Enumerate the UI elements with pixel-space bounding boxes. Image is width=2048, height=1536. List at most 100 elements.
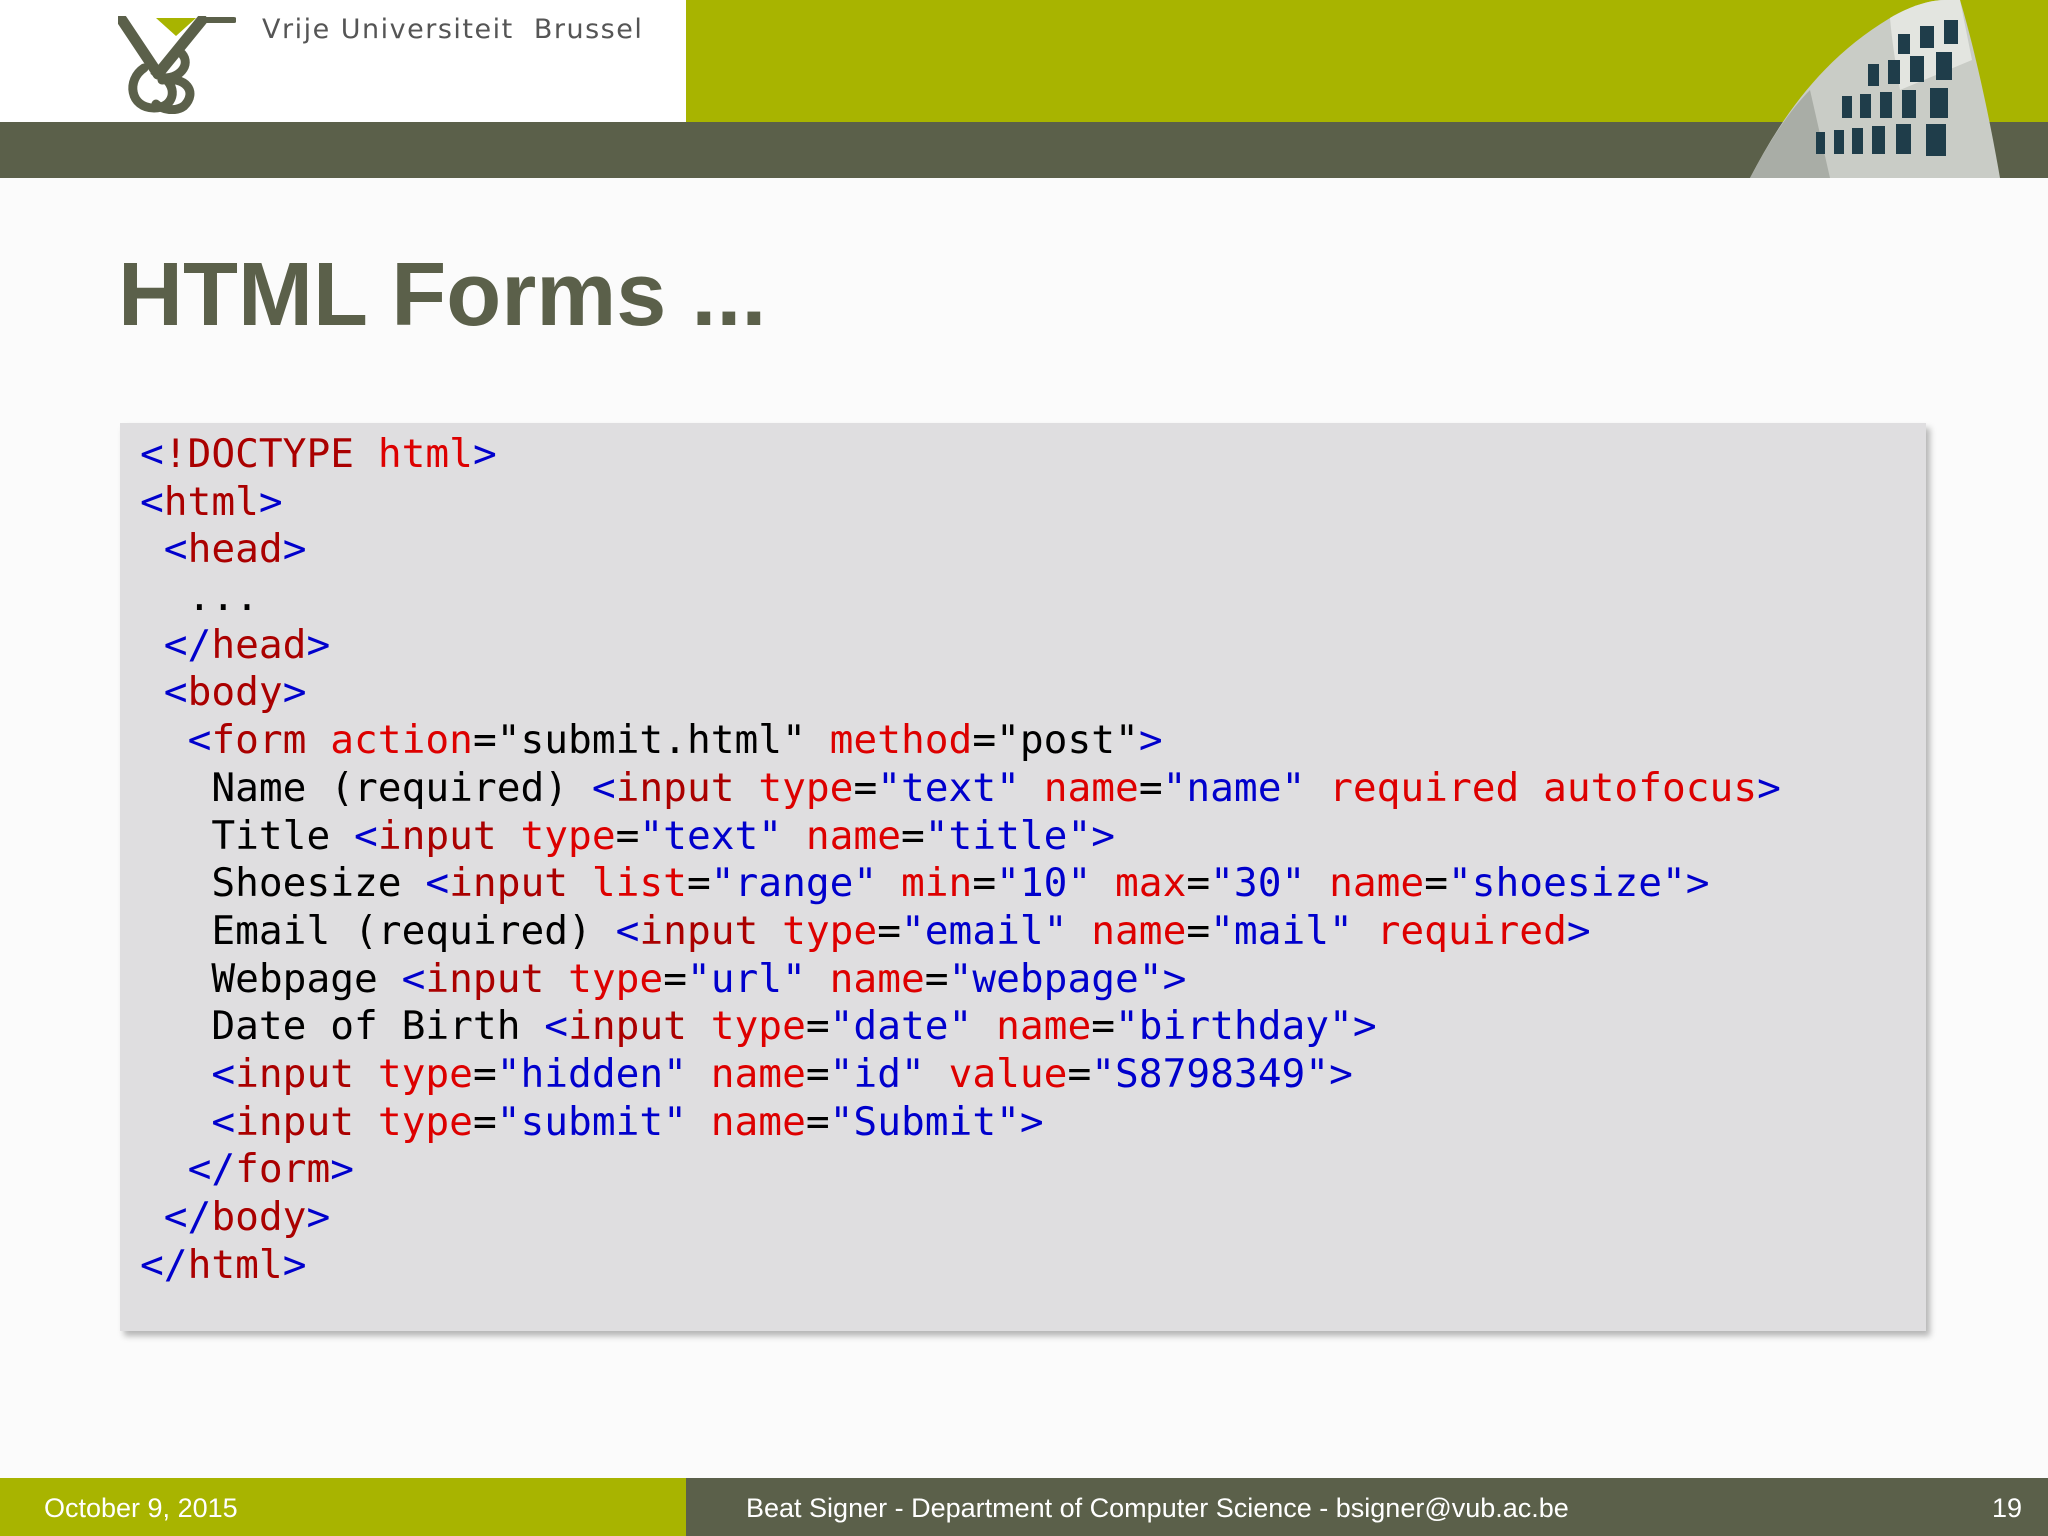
code-token-punct: <: [615, 907, 640, 954]
code-token-val: "shoesize": [1447, 860, 1686, 907]
code-token-punct: <: [401, 955, 426, 1002]
code-line: </form>: [140, 1146, 1781, 1194]
code-token-punct: >: [1566, 907, 1591, 954]
code-token-punct: </: [140, 1241, 188, 1288]
code-token-tag: input: [615, 764, 735, 811]
code-token-tag: html: [187, 1241, 283, 1288]
code-token-punct: </: [163, 1194, 212, 1240]
code-token-val: "birthday": [1115, 1003, 1353, 1050]
code-token-tag: input: [235, 1050, 355, 1097]
code-token-punct: <: [354, 812, 378, 859]
code-token-text: =: [805, 1003, 830, 1050]
code-token-punct: >: [282, 526, 307, 573]
code-token-val: "10": [996, 860, 1092, 907]
code-token-text: =: [472, 1098, 497, 1145]
code-token-tag: input: [639, 907, 759, 954]
code-token-punct: >: [1091, 812, 1116, 859]
code-token-punct: >: [1138, 717, 1163, 764]
footer-info-panel: Beat Signer - Department of Computer Sci…: [686, 1478, 2048, 1536]
code-token-tag: form: [211, 717, 307, 764]
code-token-punct: </: [163, 621, 212, 668]
code-token-val: "Submit": [829, 1098, 1020, 1145]
code-token-attr: type: [782, 907, 878, 954]
code-token-text: =: [686, 860, 711, 907]
code-token-val: "webpage": [948, 955, 1163, 1002]
code-line: <html>: [140, 479, 1781, 527]
code-token-punct: <: [163, 669, 188, 716]
code-token-text: =: [1091, 1003, 1116, 1050]
code-token-tag: body: [211, 1194, 307, 1240]
code-token-punct: <: [591, 764, 616, 811]
slide-header: Vrije Universiteit Brussel: [0, 0, 2048, 178]
code-listing: <!DOCTYPE html> <html> <head> ... </head>…: [140, 431, 1781, 1289]
code-token-attr: name: [710, 1098, 806, 1145]
code-token-tag: form: [235, 1146, 331, 1193]
code-token-text: Title: [140, 812, 355, 859]
university-name: Vrije Universiteit Brussel: [262, 14, 644, 45]
code-token-text: ="submit.html": [472, 717, 830, 764]
footer-author: Beat Signer - Department of Computer Sci…: [746, 1493, 1569, 1523]
footer-date-panel: October 9, 2015: [0, 1478, 686, 1536]
slide-footer: October 9, 2015 Beat Signer - Department…: [0, 1478, 2048, 1536]
code-token-punct: >: [1162, 955, 1187, 1002]
code-token-punct: >: [1757, 764, 1781, 811]
code-token-text: =: [1067, 1050, 1092, 1097]
code-token-punct: <: [187, 717, 212, 764]
code-token-text: =: [1186, 907, 1211, 954]
code-token-attr: required: [1376, 907, 1567, 954]
code-line: <head>: [140, 526, 1781, 574]
code-token-text: Name (required): [140, 764, 592, 811]
code-token-attr: type: [568, 955, 664, 1002]
code-token-val: "text": [877, 764, 1020, 811]
code-token-attr: required autofocus: [1329, 764, 1758, 811]
code-token-attr: html: [377, 431, 473, 477]
code-token-tag: body: [187, 669, 283, 716]
code-token-attr: type: [710, 1003, 806, 1050]
code-token-punct: >: [306, 621, 331, 668]
code-line: Date of Birth <input type="date" name="b…: [140, 1003, 1781, 1051]
code-token-tag: input: [425, 955, 545, 1002]
code-token-val: "30": [1210, 860, 1306, 907]
code-token-val: "submit": [496, 1098, 687, 1145]
page-number: 19: [1991, 1493, 2022, 1523]
code-token-attr: type: [758, 764, 854, 811]
header-olive-band: [0, 122, 2048, 178]
code-token-tag: input: [235, 1098, 355, 1145]
code-token-attr: name: [829, 955, 925, 1002]
code-token-punct: <: [425, 860, 450, 907]
code-token-text: =: [901, 812, 925, 859]
code-token-text: =: [472, 1050, 497, 1097]
code-token-text: =: [1138, 764, 1163, 811]
code-token-tag: html: [163, 478, 259, 525]
code-token-punct: >: [1019, 1098, 1044, 1145]
code-token-text: Date of Birth: [140, 1003, 545, 1050]
code-token-punct: <: [544, 1003, 569, 1050]
code-token-tag: input: [449, 860, 569, 907]
code-token-punct: </: [187, 1146, 236, 1193]
code-token-attr: name: [805, 812, 901, 859]
code-token-punct: >: [258, 478, 283, 525]
code-line: Name (required) <input type="text" name=…: [140, 765, 1781, 813]
code-token-tag: input: [377, 812, 497, 859]
code-token-val: "text": [639, 812, 783, 859]
code-line: Title <input type="text" name="title">: [140, 813, 1781, 861]
code-line: Webpage <input type="url" name="webpage"…: [140, 956, 1781, 1004]
code-token-punct: >: [282, 1241, 307, 1288]
code-line: </html>: [140, 1242, 1781, 1290]
code-token-attr: name: [996, 1003, 1092, 1050]
code-token-val: "range": [710, 860, 878, 907]
code-token-val: "email": [901, 907, 1068, 954]
code-token-punct: >: [1329, 1050, 1353, 1097]
code-line: <!DOCTYPE html>: [140, 431, 1781, 479]
code-token-attr: name: [1091, 907, 1187, 954]
